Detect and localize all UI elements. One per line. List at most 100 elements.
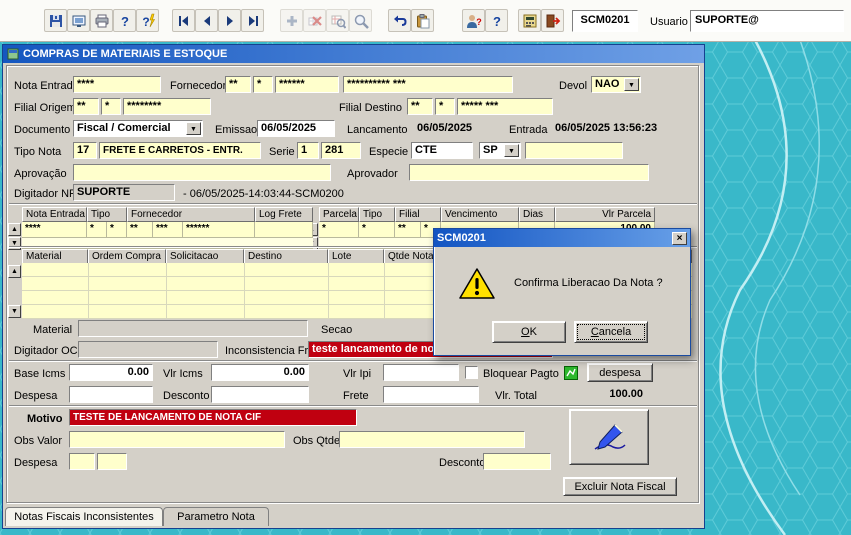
last-record-button[interactable] — [241, 9, 264, 32]
chevron-down-icon[interactable]: ▼ — [624, 78, 639, 91]
grid-cell[interactable] — [255, 222, 313, 238]
delete-record-button[interactable] — [303, 9, 326, 32]
preview-button[interactable] — [67, 9, 90, 32]
svg-text:?: ? — [142, 15, 149, 29]
tab-notas-fiscais-inconsistentes[interactable]: Notas Fiscais Inconsistentes — [5, 507, 163, 526]
fornecedor-cod1-field[interactable]: ** — [225, 76, 251, 93]
dialog-close-icon[interactable]: × — [672, 232, 687, 245]
grid-cell[interactable]: *** — [153, 222, 183, 238]
grid-header[interactable]: Vencimento — [441, 207, 519, 222]
grid-header[interactable]: Material — [22, 249, 88, 264]
aprovacao-field[interactable] — [73, 164, 331, 181]
grid-cell[interactable]: ** — [395, 222, 421, 238]
first-record-button[interactable] — [172, 9, 195, 32]
tipo-nota-desc-field[interactable]: FRETE E CARRETOS - ENTR. — [99, 142, 261, 159]
tab-parametro-nota[interactable]: Parametro Nota — [163, 507, 269, 526]
insert-record-button[interactable] — [280, 9, 303, 32]
extra-field[interactable] — [525, 142, 623, 159]
filial-destino-3-field[interactable]: ***** *** — [457, 98, 553, 115]
grid-header[interactable]: Lote — [328, 249, 384, 264]
grid-header[interactable]: Solicitacao — [166, 249, 244, 264]
grid-header[interactable]: Tipo — [87, 207, 127, 222]
despesa2-field-2[interactable] — [97, 453, 127, 470]
grid-header[interactable]: Parcela — [319, 207, 359, 222]
desconto2-field[interactable] — [483, 453, 551, 470]
ok-button[interactable]: OK — [492, 321, 566, 343]
grid-header[interactable]: Vlr Parcela — [555, 207, 655, 222]
despesa-button[interactable]: despesa — [587, 363, 653, 382]
prior-record-button[interactable] — [195, 9, 218, 32]
user-help-button[interactable]: ? — [462, 9, 485, 32]
filial-origem-3-field[interactable]: ******** — [123, 98, 211, 115]
scroll-down-button[interactable]: ▼ — [8, 237, 21, 250]
grid-header[interactable]: Dias — [519, 207, 555, 222]
desconto-field[interactable] — [211, 386, 309, 403]
obs-qtde-field[interactable] — [339, 431, 525, 448]
bloquear-pagto-checkbox[interactable] — [465, 366, 478, 379]
emissao-field[interactable]: 06/05/2025 — [257, 120, 335, 137]
despesa-field[interactable] — [69, 386, 153, 403]
frete-field[interactable] — [383, 386, 479, 403]
despesa2-field-1[interactable] — [69, 453, 95, 470]
fornecedor-cod3-field[interactable]: ****** — [275, 76, 339, 93]
search-button[interactable] — [349, 9, 372, 32]
grid-header[interactable]: Log Frete — [255, 207, 313, 222]
numero-field[interactable]: 281 — [321, 142, 361, 159]
form-code-box[interactable]: SCM0201 — [572, 10, 638, 32]
usuario-input[interactable]: SUPORTE@ — [690, 10, 844, 32]
especie-field[interactable]: CTE — [411, 142, 473, 159]
search-grid-button[interactable] — [326, 9, 349, 32]
next-record-button[interactable] — [218, 9, 241, 32]
grid-header[interactable]: Tipo — [359, 207, 395, 222]
chevron-down-icon[interactable]: ▼ — [504, 144, 519, 157]
dialog-titlebar[interactable]: SCM0201 × — [434, 229, 690, 247]
grid-cell[interactable]: * — [319, 222, 359, 238]
grid-header[interactable]: Filial — [395, 207, 441, 222]
filial-destino-2-field[interactable]: * — [435, 98, 455, 115]
grid-cell[interactable]: **** — [22, 222, 87, 238]
grid-header[interactable]: Fornecedor — [127, 207, 255, 222]
chevron-down-icon[interactable]: ▼ — [186, 122, 201, 135]
serie-field[interactable]: 1 — [297, 142, 319, 159]
base-icms-field[interactable]: 0.00 — [69, 364, 153, 381]
filial-origem-1-field[interactable]: ** — [73, 98, 99, 115]
about-button[interactable]: ? — [485, 9, 508, 32]
tipo-nota-cod-field[interactable]: 17 — [73, 142, 97, 159]
exit-button[interactable] — [541, 9, 564, 32]
excluir-nota-button[interactable]: Excluir Nota Fiscal — [563, 477, 677, 496]
uf-combo[interactable]: SP▼ — [479, 142, 521, 159]
fornecedor-cod2-field[interactable]: * — [253, 76, 273, 93]
documento-combo[interactable]: Fiscal / Comercial▼ — [73, 120, 203, 137]
scroll-down-button[interactable]: ▼ — [8, 305, 21, 318]
desconto-label: Desconto — [163, 389, 209, 403]
obs-valor-field[interactable] — [69, 431, 285, 448]
vlr-ipi-field[interactable] — [383, 364, 459, 381]
grid-cell[interactable]: * — [107, 222, 127, 238]
aprovador-field[interactable] — [409, 164, 649, 181]
grid-header[interactable]: Destino — [244, 249, 328, 264]
grid-cell[interactable]: ****** — [183, 222, 255, 238]
help-button[interactable]: ? — [113, 9, 136, 32]
context-help-button[interactable]: ? — [136, 9, 159, 32]
filial-destino-1-field[interactable]: ** — [407, 98, 433, 115]
undo-button[interactable] — [388, 9, 411, 32]
scroll-up-button[interactable]: ▲ — [8, 265, 21, 278]
sign-button[interactable] — [569, 409, 649, 465]
window-titlebar[interactable]: COMPRAS DE MATERIAIS E ESTOQUE — [3, 45, 704, 63]
calculator-button[interactable] — [518, 9, 541, 32]
nota-entrada-field[interactable]: **** — [73, 76, 161, 93]
save-button[interactable] — [44, 9, 67, 32]
filial-origem-2-field[interactable]: * — [101, 98, 121, 115]
paste-button[interactable] — [411, 9, 434, 32]
devol-combo[interactable]: NAO▼ — [591, 76, 641, 93]
scroll-up-button[interactable]: ▲ — [8, 223, 21, 236]
fornecedor-nome-field[interactable]: ********** *** — [343, 76, 513, 93]
print-button[interactable] — [90, 9, 113, 32]
grid-header[interactable]: Nota Entrada — [22, 207, 87, 222]
grid-cell[interactable]: * — [359, 222, 395, 238]
cancel-button[interactable]: Cancela — [574, 321, 648, 343]
grid-cell[interactable]: * — [87, 222, 107, 238]
grid-cell[interactable]: ** — [127, 222, 153, 238]
grid-header[interactable]: Ordem Compra — [88, 249, 166, 264]
vlr-icms-field[interactable]: 0.00 — [211, 364, 309, 381]
